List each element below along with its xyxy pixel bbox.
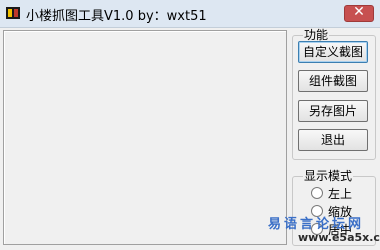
top-left-radio[interactable] <box>311 187 323 199</box>
close-button[interactable]: ✕ <box>344 4 374 22</box>
window-title: 小楼抓图工具V1.0 by：wxt51 <box>26 9 207 24</box>
save-image-button[interactable]: 另存图片 <box>298 100 368 122</box>
watermark-text: 易语言论坛网 <box>268 217 365 232</box>
custom-capture-button[interactable]: 自定义截图 <box>298 41 368 63</box>
watermark-url: www.e5a5x.com <box>298 231 380 244</box>
title-bar: 小楼抓图工具V1.0 by：wxt51 ✕ <box>0 0 380 28</box>
close-icon: ✕ <box>353 4 365 20</box>
exit-button[interactable]: 退出 <box>298 129 368 151</box>
display-mode-label: 显示模式 <box>303 169 354 183</box>
component-capture-button[interactable]: 组件截图 <box>298 70 368 92</box>
capture-preview-area[interactable] <box>3 30 287 245</box>
app-icon <box>6 7 20 19</box>
function-group-label: 功能 <box>303 28 330 42</box>
top-left-label: 左上 <box>328 187 353 201</box>
